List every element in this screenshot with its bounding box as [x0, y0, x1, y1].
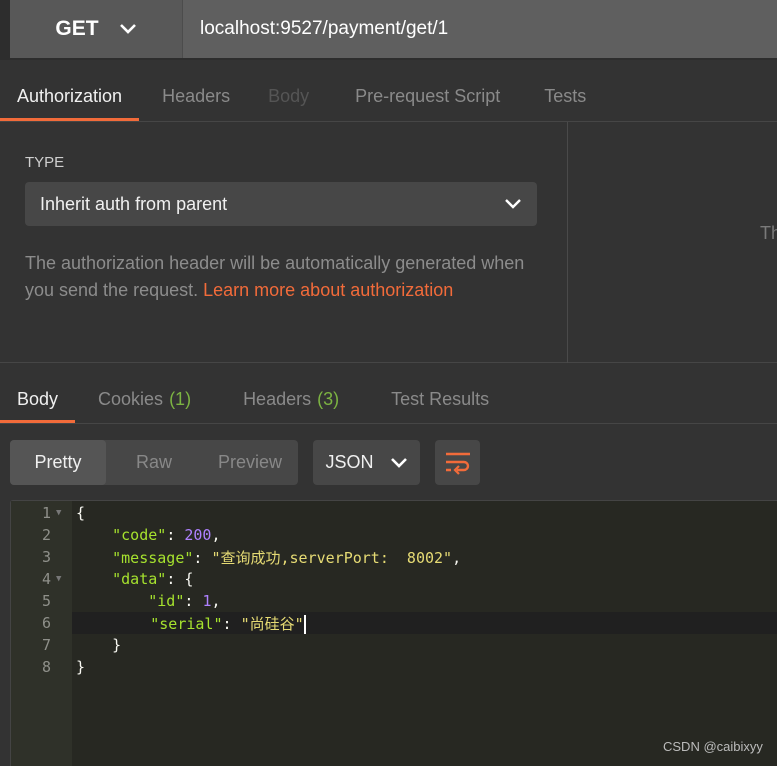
code-line: 3 "message": "查询成功,serverPort: 8002", [11, 546, 777, 568]
auth-type-value: Inherit auth from parent [40, 193, 228, 214]
tab-authorization[interactable]: Authorization [0, 72, 140, 121]
chevron-down-icon [390, 457, 407, 468]
json-number: 200 [184, 526, 212, 544]
text-caret [303, 614, 306, 634]
code-line: 2 "code": 200, [11, 524, 777, 546]
type-label: TYPE [25, 154, 65, 171]
line-number: 4 [41, 570, 51, 588]
line-number: 8 [41, 658, 51, 676]
request-tabs: Authorization Headers Body Pre-request S… [0, 72, 777, 122]
wrap-lines-icon [445, 452, 470, 475]
code-line: 7 } [11, 634, 777, 656]
json-key: "message" [112, 548, 194, 567]
auth-type-select[interactable]: Inherit auth from parent [25, 182, 537, 226]
right-panel-text: Th [760, 223, 777, 243]
tab-cookies[interactable]: Cookies (1) [81, 376, 208, 423]
wrap-lines-button[interactable] [435, 440, 480, 485]
response-body-editor[interactable]: 1 ▼{ 2 "code": 200, 3 "message": "查询成功,se… [10, 500, 777, 766]
pretty-button[interactable]: Pretty [10, 440, 106, 485]
view-mode-toggle: Pretty Raw Preview [10, 440, 298, 485]
headers-label: Headers [243, 389, 312, 409]
json-string: "尚硅谷" [240, 614, 304, 633]
tab-tests[interactable]: Tests [527, 72, 603, 121]
json-key: "code" [112, 526, 167, 544]
json-string: "查询成功,serverPort: 8002" [211, 548, 453, 567]
chevron-down-icon [505, 199, 521, 209]
preview-button[interactable]: Preview [202, 440, 298, 485]
learn-more-link[interactable]: Learn more about authorization [203, 280, 453, 300]
raw-button[interactable]: Raw [106, 440, 202, 485]
json-key: "serial" [150, 614, 223, 633]
line-number: 5 [41, 592, 51, 610]
tab-body[interactable]: Body [251, 72, 326, 121]
json-key: "data" [112, 570, 167, 588]
code-line: 8} [11, 656, 777, 678]
watermark: CSDN @caibixyy [663, 739, 763, 754]
tab-pre-request-script[interactable]: Pre-request Script [338, 72, 517, 121]
headers-count: (3) [317, 389, 340, 409]
cookies-count: (1) [169, 389, 192, 409]
format-label: JSON [325, 452, 374, 472]
method-select[interactable]: GET [10, 0, 183, 58]
tab-headers[interactable]: Headers [145, 72, 247, 121]
tab-response-body[interactable]: Body [0, 376, 76, 423]
cookies-label: Cookies [98, 389, 164, 409]
line-number: 7 [41, 636, 51, 654]
method-label: GET [55, 17, 99, 40]
code-line: 4 ▼ "data": { [11, 568, 777, 590]
line-number: 1 [41, 504, 51, 522]
panel-divider [567, 122, 568, 363]
json-number: 1 [202, 592, 212, 610]
url-input[interactable]: localhost:9527/payment/get/1 [183, 0, 448, 58]
code-line: 5 "id": 1, [11, 590, 777, 612]
json-key: "id" [148, 592, 185, 610]
url-box: GET localhost:9527/payment/get/1 [10, 0, 777, 58]
code-line: 1 ▼{ [11, 502, 777, 524]
auth-panel [0, 122, 777, 363]
fold-arrow-icon[interactable]: ▼ [53, 574, 70, 584]
format-select[interactable]: JSON [313, 440, 420, 485]
tab-response-headers[interactable]: Headers (3) [226, 376, 356, 423]
tab-test-results[interactable]: Test Results [374, 376, 506, 423]
line-number: 2 [41, 526, 51, 544]
auth-description: The authorization header will be automat… [25, 250, 545, 304]
line-number: 6 [11, 612, 72, 634]
response-tabs: Body Cookies (1) Headers (3) Test Results [0, 376, 777, 424]
code-line-current: 6 "serial": "尚硅谷" [11, 612, 777, 634]
line-number: 3 [41, 548, 51, 566]
fold-arrow-icon[interactable]: ▼ [53, 508, 70, 518]
chevron-down-icon [119, 24, 136, 34]
